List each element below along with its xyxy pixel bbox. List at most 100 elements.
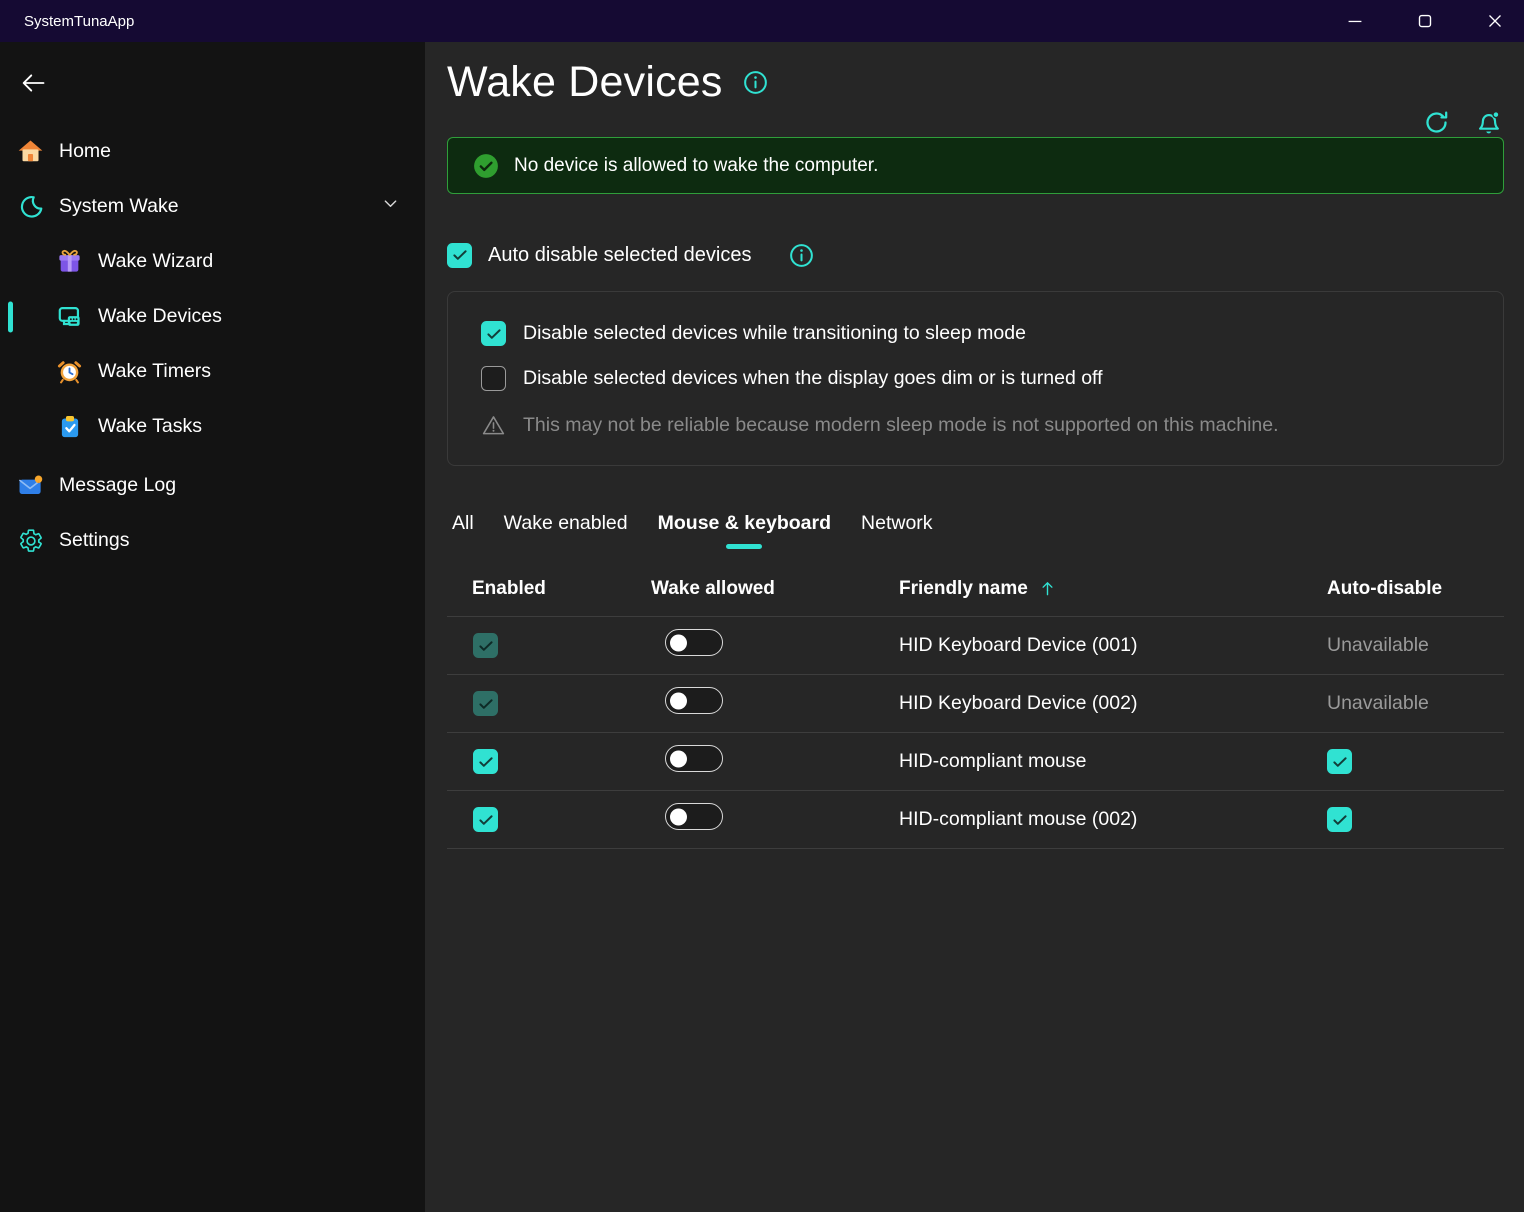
minimize-icon xyxy=(1344,10,1366,32)
refresh-button[interactable] xyxy=(1422,108,1450,136)
auto-disable-status: Unavailable xyxy=(1327,634,1429,656)
tab-all[interactable]: All xyxy=(447,510,479,549)
column-header-label: Friendly name xyxy=(899,578,1028,600)
warning-text: This may not be reliable because modern … xyxy=(523,414,1279,437)
page-title-info-button[interactable] xyxy=(742,69,770,97)
check-icon xyxy=(1331,753,1349,771)
sidebar-item-wake-tasks[interactable]: Wake Tasks xyxy=(0,399,425,454)
status-banner-message: No device is allowed to wake the compute… xyxy=(514,155,878,177)
sidebar-item-system-wake[interactable]: System Wake xyxy=(0,179,425,234)
home-icon xyxy=(17,138,44,165)
enabled-checkbox[interactable] xyxy=(473,749,498,774)
tab-label: Network xyxy=(861,512,933,534)
sidebar-item-label: System Wake xyxy=(59,195,179,218)
auto-disable-options-panel: Disable selected devices while transitio… xyxy=(447,291,1504,466)
active-tab-indicator xyxy=(726,544,762,549)
sidebar-nav: Home System Wake xyxy=(0,124,425,568)
chevron-down-icon[interactable] xyxy=(381,194,400,219)
auto-disable-label: Auto disable selected devices xyxy=(488,244,752,267)
minimize-button[interactable] xyxy=(1332,0,1378,42)
wake-allowed-toggle[interactable] xyxy=(665,629,723,656)
column-header-wake-allowed[interactable]: Wake allowed xyxy=(651,578,899,600)
auto-disable-checkbox[interactable] xyxy=(1327,807,1352,832)
mail-bell-icon xyxy=(17,472,44,499)
check-icon xyxy=(477,811,495,829)
info-icon xyxy=(742,69,769,96)
table-header: Enabled Wake allowed Friendly name Auto-… xyxy=(447,561,1504,617)
page-title: Wake Devices xyxy=(447,58,723,107)
warning-triangle-icon xyxy=(481,413,506,438)
close-button[interactable] xyxy=(1472,0,1518,42)
devices-icon xyxy=(56,303,83,330)
sidebar-item-label: Home xyxy=(59,140,111,163)
auto-disable-checkbox[interactable] xyxy=(447,243,472,268)
check-icon xyxy=(477,695,495,713)
gift-icon xyxy=(56,248,83,275)
column-header-enabled[interactable]: Enabled xyxy=(447,578,651,600)
main-content: Wake Devices xyxy=(425,42,1524,1212)
sidebar-item-home[interactable]: Home xyxy=(0,124,425,179)
check-icon xyxy=(477,753,495,771)
sidebar-item-label: Wake Devices xyxy=(98,305,222,328)
table-row: HID Keyboard Device (002) Unavailable xyxy=(447,675,1504,733)
tab-network[interactable]: Network xyxy=(856,510,938,549)
check-icon xyxy=(477,637,495,655)
sidebar: Home System Wake xyxy=(0,42,425,1212)
sidebar-item-label: Wake Timers xyxy=(98,360,211,383)
column-header-auto-disable[interactable]: Auto-disable xyxy=(1327,578,1504,600)
table-row: HID Keyboard Device (001) Unavailable xyxy=(447,617,1504,675)
devices-table: Enabled Wake allowed Friendly name Auto-… xyxy=(447,561,1504,849)
toggle-knob xyxy=(670,692,687,709)
maximize-button[interactable] xyxy=(1402,0,1448,42)
sidebar-item-wake-wizard[interactable]: Wake Wizard xyxy=(0,234,425,289)
display-dim-label: Disable selected devices when the displa… xyxy=(523,367,1103,390)
table-row: HID-compliant mouse (002) xyxy=(447,791,1504,849)
back-arrow-icon xyxy=(19,69,47,97)
toggle-knob xyxy=(670,808,687,825)
wake-allowed-toggle[interactable] xyxy=(665,803,723,830)
selection-indicator xyxy=(8,301,13,332)
enabled-checkbox[interactable] xyxy=(473,633,498,658)
display-dim-checkbox[interactable] xyxy=(481,366,506,391)
sidebar-item-label: Wake Tasks xyxy=(98,415,202,438)
window-controls xyxy=(1332,0,1518,42)
sleep-transition-checkbox[interactable] xyxy=(481,321,506,346)
device-name: HID-compliant mouse xyxy=(899,750,1086,772)
status-banner: No device is allowed to wake the compute… xyxy=(447,137,1504,194)
success-check-icon xyxy=(473,153,499,179)
alarm-clock-icon xyxy=(56,358,83,385)
device-name: HID Keyboard Device (001) xyxy=(899,634,1137,656)
sidebar-item-wake-devices[interactable]: Wake Devices xyxy=(0,289,425,344)
maximize-icon xyxy=(1414,10,1436,32)
tab-label: Wake enabled xyxy=(504,512,628,534)
info-icon xyxy=(788,242,815,269)
tab-wake-enabled[interactable]: Wake enabled xyxy=(499,510,633,549)
sidebar-item-wake-timers[interactable]: Wake Timers xyxy=(0,344,425,399)
wake-allowed-toggle[interactable] xyxy=(665,745,723,772)
gear-icon xyxy=(17,527,44,554)
enabled-checkbox[interactable] xyxy=(473,691,498,716)
device-name: HID-compliant mouse (002) xyxy=(899,808,1137,830)
check-icon xyxy=(1331,811,1349,829)
sidebar-item-settings[interactable]: Settings xyxy=(0,513,425,568)
tab-mouse-keyboard[interactable]: Mouse & keyboard xyxy=(653,510,836,549)
wake-allowed-toggle[interactable] xyxy=(665,687,723,714)
sleep-transition-label: Disable selected devices while transitio… xyxy=(523,322,1026,345)
device-filter-tabs: All Wake enabled Mouse & keyboard Networ… xyxy=(447,510,1504,549)
clipboard-check-icon xyxy=(56,413,83,440)
sidebar-item-label: Message Log xyxy=(59,474,176,497)
back-button[interactable] xyxy=(16,66,50,100)
sidebar-item-label: Settings xyxy=(59,529,129,552)
enabled-checkbox[interactable] xyxy=(473,807,498,832)
column-header-friendly-name[interactable]: Friendly name xyxy=(899,578,1327,600)
auto-disable-checkbox[interactable] xyxy=(1327,749,1352,774)
app-title: SystemTunaApp xyxy=(24,13,134,30)
bell-icon xyxy=(1475,109,1502,136)
auto-disable-status: Unavailable xyxy=(1327,692,1429,714)
tab-label: All xyxy=(452,512,474,534)
toggle-knob xyxy=(670,634,687,651)
sidebar-item-message-log[interactable]: Message Log xyxy=(0,458,425,513)
sort-ascending-icon xyxy=(1037,578,1058,599)
auto-disable-info-button[interactable] xyxy=(788,241,816,269)
notifications-button[interactable] xyxy=(1474,108,1502,136)
